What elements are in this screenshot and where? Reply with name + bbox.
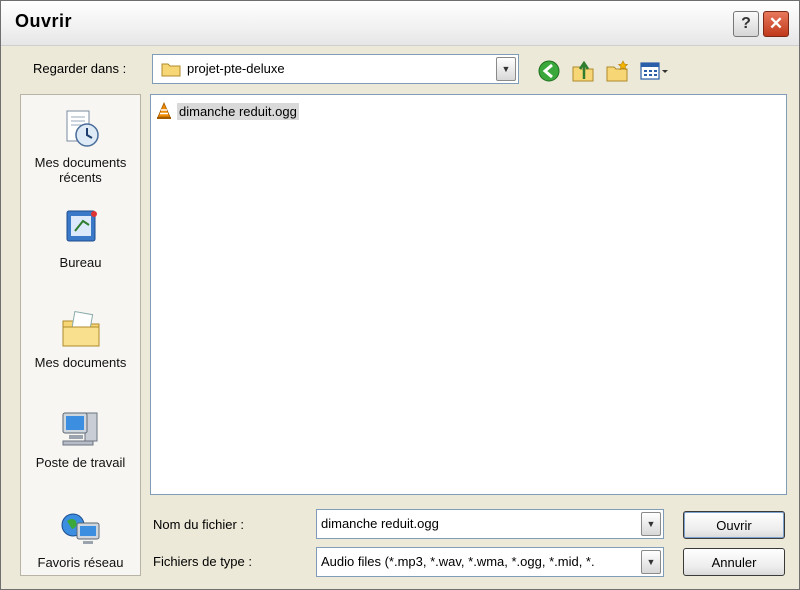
vlc-file-icon <box>157 102 171 119</box>
my-computer-icon <box>62 412 97 446</box>
place-label: Bureau <box>59 255 102 270</box>
chevron-down-icon[interactable]: ▼ <box>641 550 661 574</box>
file-name-combo[interactable]: dimanche reduit.ogg ▼ <box>316 509 664 539</box>
folder-icon <box>161 63 181 77</box>
place-desktop[interactable]: Bureau <box>21 207 140 270</box>
back-icon[interactable] <box>537 59 561 83</box>
file-list[interactable]: dimanche reduit.ogg <box>150 94 787 495</box>
file-name: dimanche reduit.ogg <box>177 102 299 120</box>
up-folder-icon[interactable] <box>571 59 595 83</box>
look-in-label: Regarder dans : <box>33 61 127 76</box>
title-bar[interactable]: Ouvrir ? ✕ <box>1 1 799 46</box>
look-in-value: projet-pte-deluxe <box>187 61 285 76</box>
list-item[interactable]: dimanche reduit.ogg <box>155 101 299 121</box>
place-label: Favoris réseau <box>37 555 124 570</box>
look-in-combo[interactable]: projet-pte-deluxe ▼ <box>152 54 519 84</box>
place-network-places[interactable]: Favoris réseau <box>21 507 140 570</box>
recent-documents-icon <box>66 110 99 147</box>
place-label: Mes documents <box>34 355 127 370</box>
cancel-button[interactable]: Annuler <box>683 548 785 576</box>
place-my-computer[interactable]: Poste de travail <box>21 407 140 470</box>
file-type-label: Fichiers de type : <box>153 554 252 569</box>
place-label: Mes documents récents <box>34 155 127 185</box>
file-name-label: Nom du fichier : <box>153 517 245 532</box>
network-places-icon <box>61 513 99 544</box>
place-label: Poste de travail <box>35 455 126 470</box>
view-menu-icon[interactable] <box>639 59 669 83</box>
my-documents-icon <box>62 311 99 347</box>
window-title: Ouvrir <box>15 11 73 31</box>
place-recent-documents[interactable]: Mes documents récents <box>21 107 140 185</box>
chevron-down-icon[interactable]: ▼ <box>641 512 661 536</box>
help-button[interactable]: ? <box>733 11 759 37</box>
file-type-combo[interactable]: Audio files (*.mp3, *.wav, *.wma, *.ogg,… <box>316 547 664 577</box>
file-name-input[interactable]: dimanche reduit.ogg <box>321 516 637 531</box>
chevron-down-icon[interactable]: ▼ <box>496 57 516 81</box>
desktop-icon <box>66 210 97 242</box>
close-button[interactable]: ✕ <box>763 11 789 37</box>
place-my-documents[interactable]: Mes documents <box>21 307 140 370</box>
open-button[interactable]: Ouvrir <box>683 511 785 539</box>
open-dialog: Ouvrir ? ✕ Regarder dans : projet-pte-de… <box>0 0 800 590</box>
new-folder-icon[interactable] <box>605 59 629 83</box>
file-type-value: Audio files (*.mp3, *.wav, *.wma, *.ogg,… <box>321 554 595 569</box>
places-bar: Mes documents récents Bureau Mes documen… <box>20 94 141 576</box>
